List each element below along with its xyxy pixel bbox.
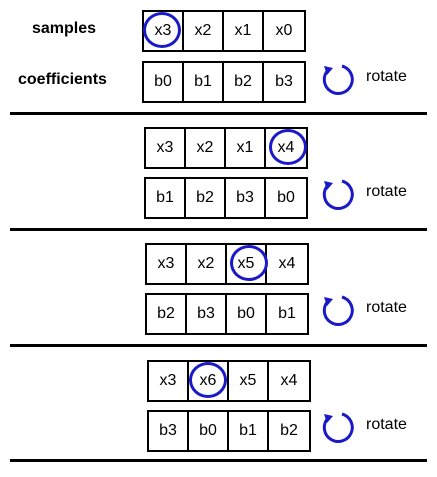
separator-line	[10, 344, 427, 347]
sample-cell: x1	[226, 129, 266, 167]
sample-cell: x4	[278, 255, 296, 272]
sample-cell: x2	[186, 129, 226, 167]
samples-row-3: x3 x2 x5 x4	[145, 243, 309, 285]
separator-line	[10, 228, 427, 231]
coefficient-cell: b0	[189, 412, 229, 450]
rotate-label: rotate	[366, 68, 407, 85]
coefficient-cell: b3	[226, 179, 266, 217]
coefficient-cell: b2	[186, 179, 226, 217]
rotate-label: rotate	[366, 183, 407, 200]
sample-cell: x3	[144, 12, 184, 50]
sample-cell: x4	[277, 139, 295, 156]
rotate-label: rotate	[366, 416, 407, 433]
samples-row-2: x3 x2 x1 x4	[144, 127, 308, 169]
coefficient-cell: b2	[224, 63, 264, 101]
coefficient-cell: b1	[184, 63, 224, 101]
coefficient-cell: b1	[229, 412, 269, 450]
coefficient-cell: b3	[149, 412, 189, 450]
coefficients-row-3: b2 b3 b0 b1	[145, 293, 309, 335]
separator-line	[10, 459, 427, 462]
coefficient-cell: b1	[278, 305, 296, 322]
rotate-icon	[322, 295, 354, 326]
coefficient-cell: b2	[147, 295, 187, 333]
sample-cell: x3	[147, 245, 187, 283]
coefficients-row-1: b0 b1 b2 b3	[142, 61, 306, 103]
sample-cell: x5	[229, 362, 269, 400]
sample-cell: x3	[146, 129, 186, 167]
coefficients-label: coefficients	[18, 71, 107, 88]
coefficient-cell: b3	[187, 295, 227, 333]
rotate-label: rotate	[366, 299, 407, 316]
sample-cell: x2	[184, 12, 224, 50]
sample-cell: x6	[189, 362, 229, 400]
coefficient-cell: b0	[277, 189, 295, 206]
sample-cell: x3	[149, 362, 189, 400]
samples-row-4: x3 x6 x5 x4	[147, 360, 311, 402]
coefficients-row-2: b1 b2 b3 b0	[144, 177, 308, 219]
coefficient-cell: b3	[275, 73, 293, 90]
samples-row-1: x3 x2 x1 x0	[142, 10, 306, 52]
samples-label: samples	[32, 20, 97, 37]
coefficient-cell: b2	[280, 422, 298, 439]
coefficient-cell: b0	[227, 295, 267, 333]
coefficient-cell: b1	[146, 179, 186, 217]
rotate-icon	[322, 64, 354, 95]
sample-cell: x0	[275, 22, 293, 39]
sample-cell: x5	[227, 245, 267, 283]
sample-cell: x4	[280, 372, 298, 389]
rotate-icon	[322, 412, 354, 443]
rotate-icon	[322, 179, 354, 210]
coefficient-cell: b0	[144, 63, 184, 101]
coefficients-row-4: b3 b0 b1 b2	[147, 410, 311, 452]
sample-cell: x2	[187, 245, 227, 283]
separator-line	[10, 112, 427, 115]
sample-cell: x1	[224, 12, 264, 50]
